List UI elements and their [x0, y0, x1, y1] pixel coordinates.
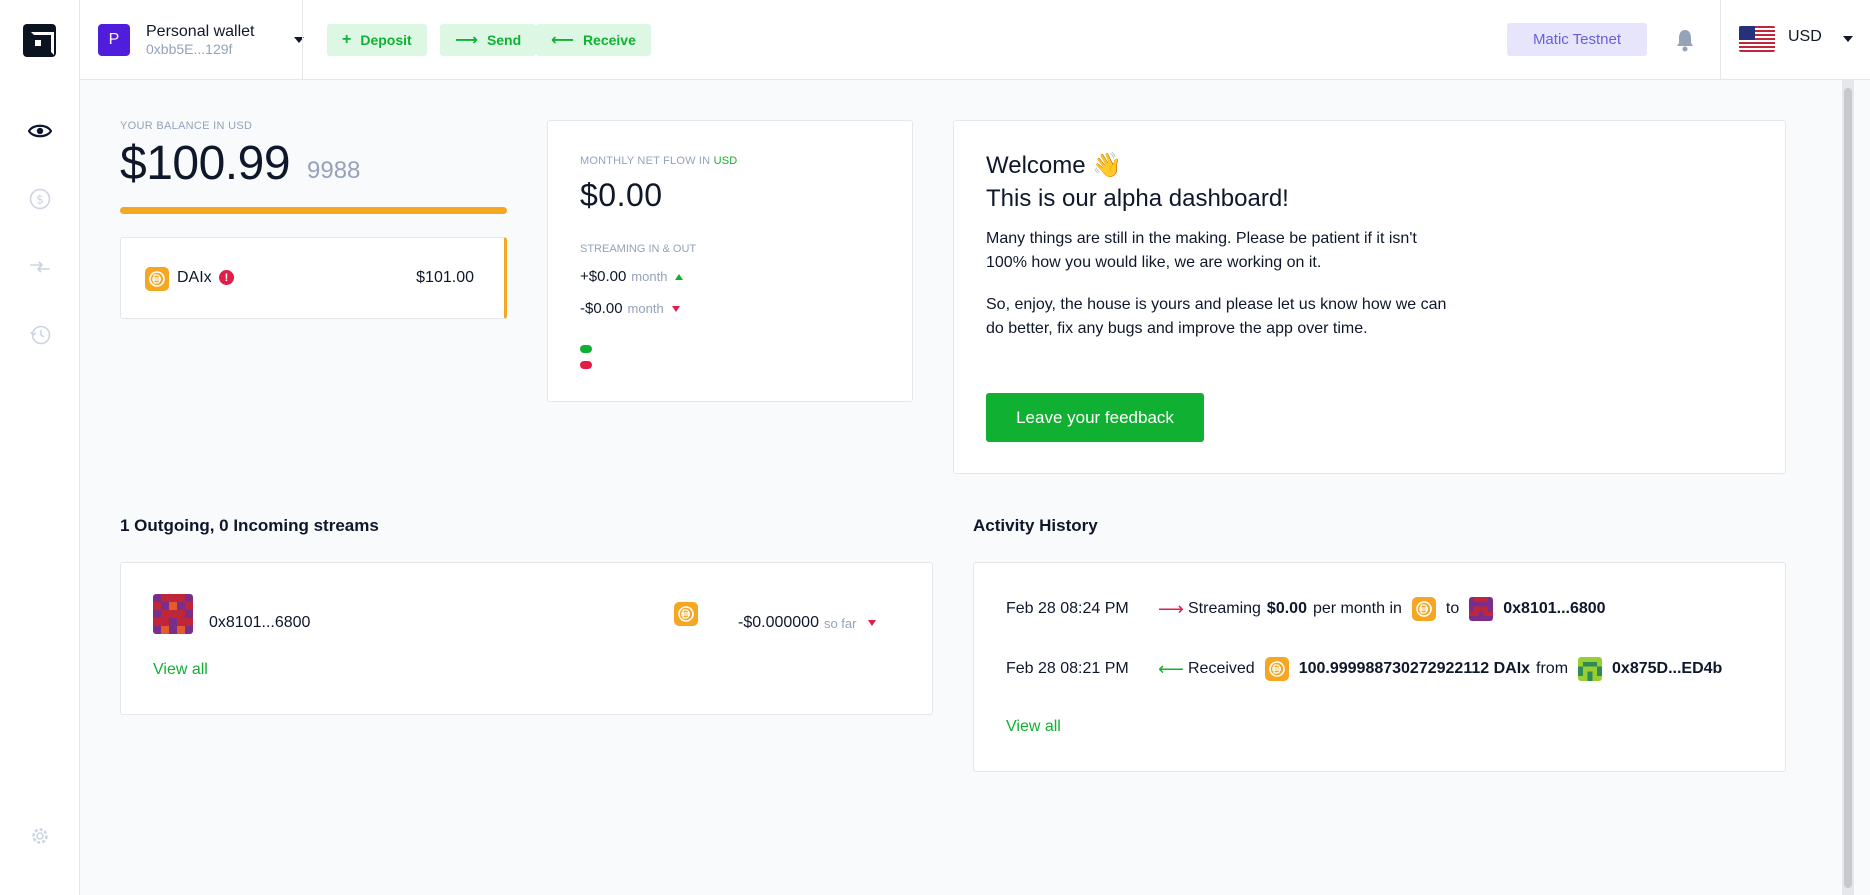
arrow-right-icon: ⟶ [1158, 598, 1184, 619]
svg-text:$: $ [36, 193, 44, 207]
wallet-address: 0xbb5E...129f [146, 41, 233, 57]
send-button[interactable]: ⟶ Send [440, 24, 537, 56]
scrollbar[interactable] [1842, 80, 1854, 895]
address-avatar [1578, 657, 1603, 681]
welcome-card: Welcome 👋 This is our alpha dashboard! M… [953, 120, 1786, 474]
arrow-right-icon: ⟶ [455, 32, 478, 49]
wave-icon: 👋 [1092, 152, 1123, 179]
arrow-left-icon: ⟵ [1158, 658, 1184, 679]
activity-card: Feb 28 08:24 PM ⟶ Streaming $0.00 per mo… [973, 562, 1786, 772]
dollar-icon[interactable]: $ [27, 186, 53, 212]
wallet-name: Personal wallet [146, 23, 255, 40]
streams-title: 1 Outgoing, 0 Incoming streams [120, 516, 379, 535]
outgoing-flow: -$0.00 month [580, 300, 680, 317]
us-flag-icon[interactable] [1739, 26, 1775, 52]
currency-selector[interactable]: USD [1788, 28, 1822, 46]
token-value: $101.00 [416, 269, 474, 286]
swap-icon[interactable] [27, 254, 53, 280]
arrow-down-icon [671, 305, 680, 312]
dai-token-icon [1264, 657, 1289, 681]
streams-card: 0x8101...6800 -$0.000000 so far View all [120, 562, 933, 715]
app-logo[interactable] [23, 24, 56, 57]
stream-address[interactable]: 0x8101...6800 [209, 614, 310, 632]
stream-amount: -$0.000000 so far [738, 614, 877, 632]
send-label: Send [486, 32, 522, 48]
balance-decimals: 9988 [307, 157, 361, 184]
arrow-down-icon [868, 620, 877, 626]
history-icon[interactable] [27, 322, 53, 348]
feedback-button[interactable]: Leave your feedback [986, 393, 1204, 442]
bell-icon[interactable] [1674, 28, 1696, 52]
welcome-title: Welcome 👋 This is our alpha dashboard! [986, 152, 1289, 212]
dai-token-icon [674, 602, 698, 626]
receive-button[interactable]: ⟵ Receive [536, 24, 651, 56]
streaming-label: STREAMING IN & OUT [580, 243, 697, 255]
arrow-up-icon [675, 273, 684, 280]
dai-token-icon [1411, 597, 1436, 621]
alert-icon[interactable]: ! [219, 270, 234, 285]
balance-label: YOUR BALANCE IN USD [120, 120, 253, 132]
incoming-flow: +$0.00 month [580, 268, 684, 285]
balance-bar [120, 207, 507, 214]
wallet-selector[interactable]: P Personal wallet 0xbb5E...129f [98, 22, 318, 58]
topbar: P Personal wallet 0xbb5E...129f + Deposi… [80, 0, 1870, 80]
streams-view-all-link[interactable]: View all [153, 661, 208, 679]
welcome-paragraph: Many things are still in the making. Ple… [986, 230, 1417, 271]
net-flow-label: MONTHLY NET FLOW IN USD [580, 155, 738, 167]
gear-icon[interactable] [27, 823, 53, 849]
incoming-pill [580, 345, 592, 353]
activity-view-all-link[interactable]: View all [1006, 718, 1061, 736]
plus-icon: + [342, 31, 352, 48]
network-badge[interactable]: Matic Testnet [1507, 23, 1647, 56]
activity-row[interactable]: Feb 28 08:24 PM ⟶ Streaming $0.00 per mo… [1006, 594, 1606, 624]
activity-title: Activity History [973, 516, 1098, 535]
divider [1720, 0, 1721, 80]
divider [302, 0, 303, 80]
token-card[interactable]: DAIx ! $101.00 [120, 237, 507, 319]
eye-icon[interactable] [27, 118, 53, 144]
net-flow-card: MONTHLY NET FLOW IN USD $0.00 STREAMING … [547, 120, 913, 402]
address-avatar [1469, 597, 1494, 621]
receive-label: Receive [582, 32, 636, 48]
outgoing-pill [580, 361, 592, 369]
arrow-left-icon: ⟵ [551, 32, 574, 49]
balance-amount: $100.99 [120, 137, 291, 190]
wallet-avatar: P [98, 24, 130, 56]
address-avatar [153, 594, 193, 634]
dai-token-icon [145, 267, 169, 291]
welcome-paragraph: So, enjoy, the house is yours and please… [986, 296, 1447, 337]
deposit-label: Deposit [360, 32, 412, 48]
activity-row[interactable]: Feb 28 08:21 PM ⟵ Received 100.999988730… [1006, 654, 1722, 684]
scrollbar-thumb[interactable] [1844, 88, 1852, 888]
chevron-down-icon[interactable] [1843, 36, 1853, 42]
sidebar: $ [0, 0, 80, 895]
token-name: DAIx [177, 269, 212, 286]
deposit-button[interactable]: + Deposit [327, 24, 427, 56]
net-flow-amount: $0.00 [580, 177, 663, 213]
